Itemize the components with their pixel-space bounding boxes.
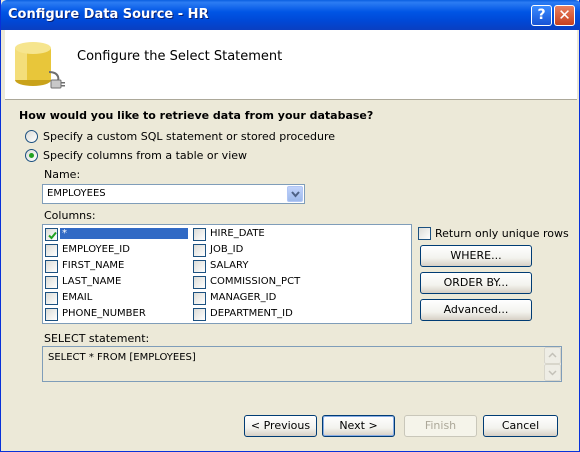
where-button[interactable]: WHERE... [420, 245, 532, 267]
column-checkbox[interactable] [45, 228, 58, 241]
column-checkbox[interactable] [193, 276, 206, 289]
column-item[interactable]: JOB_ID [193, 243, 339, 259]
column-name: HIRE_DATE [210, 228, 265, 239]
chevron-down-icon [548, 370, 557, 376]
column-item[interactable]: SALARY [193, 259, 339, 275]
column-item[interactable]: PHONE_NUMBER [45, 307, 191, 323]
column-checkbox[interactable] [193, 244, 206, 257]
column-item[interactable]: EMAIL [45, 291, 191, 307]
columns-option[interactable]: Specify columns from a table or view [25, 148, 248, 164]
column-checkbox[interactable] [45, 308, 58, 321]
columns-option-label: Specify columns from a table or view [43, 149, 248, 162]
select-statement-text: SELECT * FROM [EMPLOYEES] [48, 352, 196, 363]
column-name: DEPARTMENT_ID [210, 308, 293, 319]
column-item[interactable]: EMPLOYEE_ID [45, 243, 191, 259]
column-item[interactable]: FIRST_NAME [45, 259, 191, 275]
column-item[interactable]: * [45, 227, 191, 243]
scrollbar[interactable] [544, 347, 561, 381]
column-name: LAST_NAME [62, 276, 122, 287]
advanced-button[interactable]: Advanced... [420, 299, 532, 321]
help-button[interactable]: ? [531, 5, 552, 26]
page-title: Configure the Select Statement [77, 49, 283, 64]
unique-rows-label: Return only unique rows [435, 227, 569, 240]
unique-rows-checkbox[interactable] [418, 227, 431, 240]
unique-rows-option[interactable]: Return only unique rows [418, 226, 569, 242]
scroll-down-button[interactable] [544, 364, 561, 381]
chevron-down-icon [291, 191, 300, 198]
select-statement-label: SELECT statement: [44, 332, 150, 345]
previous-button[interactable]: < Previous [244, 415, 317, 437]
custom-sql-option[interactable]: Specify a custom SQL statement or stored… [25, 129, 335, 145]
custom-sql-label: Specify a custom SQL statement or stored… [43, 130, 336, 143]
table-name-value: EMPLOYEES [47, 188, 106, 199]
configure-data-source-dialog: Configure Data Source - HR ? ✕ Configure… [0, 0, 580, 452]
database-plug-icon [15, 42, 65, 89]
column-checkbox[interactable] [193, 228, 206, 241]
columns-list[interactable]: * EMPLOYEE_ID FIRST_NAME LAST_NAME EMAIL PHON… [42, 224, 412, 324]
wizard-header: Configure the Select Statement [5, 30, 577, 100]
checkmark-icon [48, 231, 57, 240]
column-checkbox[interactable] [45, 276, 58, 289]
close-icon: ✕ [558, 6, 571, 24]
column-checkbox[interactable] [45, 260, 58, 273]
select-statement-box[interactable]: SELECT * FROM [EMPLOYEES] [42, 346, 562, 382]
scroll-up-button[interactable] [544, 347, 561, 364]
title-bar[interactable]: Configure Data Source - HR ? ✕ [1, 0, 580, 30]
custom-sql-radio[interactable] [25, 130, 38, 143]
column-name: MANAGER_ID [210, 292, 277, 303]
finish-button[interactable]: Finish [404, 415, 477, 437]
column-name: EMPLOYEE_ID [62, 244, 130, 255]
cancel-button[interactable]: Cancel [483, 415, 558, 437]
column-name: PHONE_NUMBER [62, 308, 146, 319]
window-title: Configure Data Source - HR [8, 7, 209, 22]
column-checkbox[interactable] [45, 292, 58, 305]
column-name: COMMISSION_PCT [210, 276, 301, 287]
column-name: * [60, 228, 188, 239]
column-name: FIRST_NAME [62, 260, 125, 271]
column-item[interactable]: DEPARTMENT_ID [193, 307, 339, 323]
column-name: SALARY [210, 260, 249, 271]
next-button[interactable]: Next > [322, 415, 395, 437]
columns-radio[interactable] [25, 149, 38, 162]
column-checkbox[interactable] [193, 292, 206, 305]
column-checkbox[interactable] [193, 308, 206, 321]
column-name: JOB_ID [210, 244, 244, 255]
column-checkbox[interactable] [193, 260, 206, 273]
column-item[interactable]: LAST_NAME [45, 275, 191, 291]
chevron-up-icon [548, 352, 557, 358]
column-checkbox[interactable] [45, 244, 58, 257]
help-icon: ? [537, 7, 546, 23]
dropdown-button[interactable] [287, 186, 303, 202]
columns-label: Columns: [44, 209, 96, 222]
table-name-select[interactable]: EMPLOYEES [42, 184, 305, 204]
column-item[interactable]: MANAGER_ID [193, 291, 339, 307]
name-label: Name: [44, 168, 81, 181]
order-by-button[interactable]: ORDER BY... [420, 272, 532, 294]
column-name: EMAIL [62, 292, 93, 303]
close-button[interactable]: ✕ [554, 5, 575, 26]
column-item[interactable]: HIRE_DATE [193, 227, 339, 243]
column-item[interactable]: COMMISSION_PCT [193, 275, 339, 291]
retrieve-question: How would you like to retrieve data from… [19, 109, 374, 122]
